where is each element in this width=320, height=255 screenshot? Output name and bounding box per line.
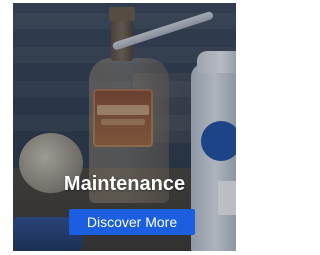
discover-more-button[interactable]: Discover More [69,209,195,235]
maintenance-card[interactable]: Maintenance Discover More [13,3,236,251]
card-title: Maintenance [63,173,186,195]
